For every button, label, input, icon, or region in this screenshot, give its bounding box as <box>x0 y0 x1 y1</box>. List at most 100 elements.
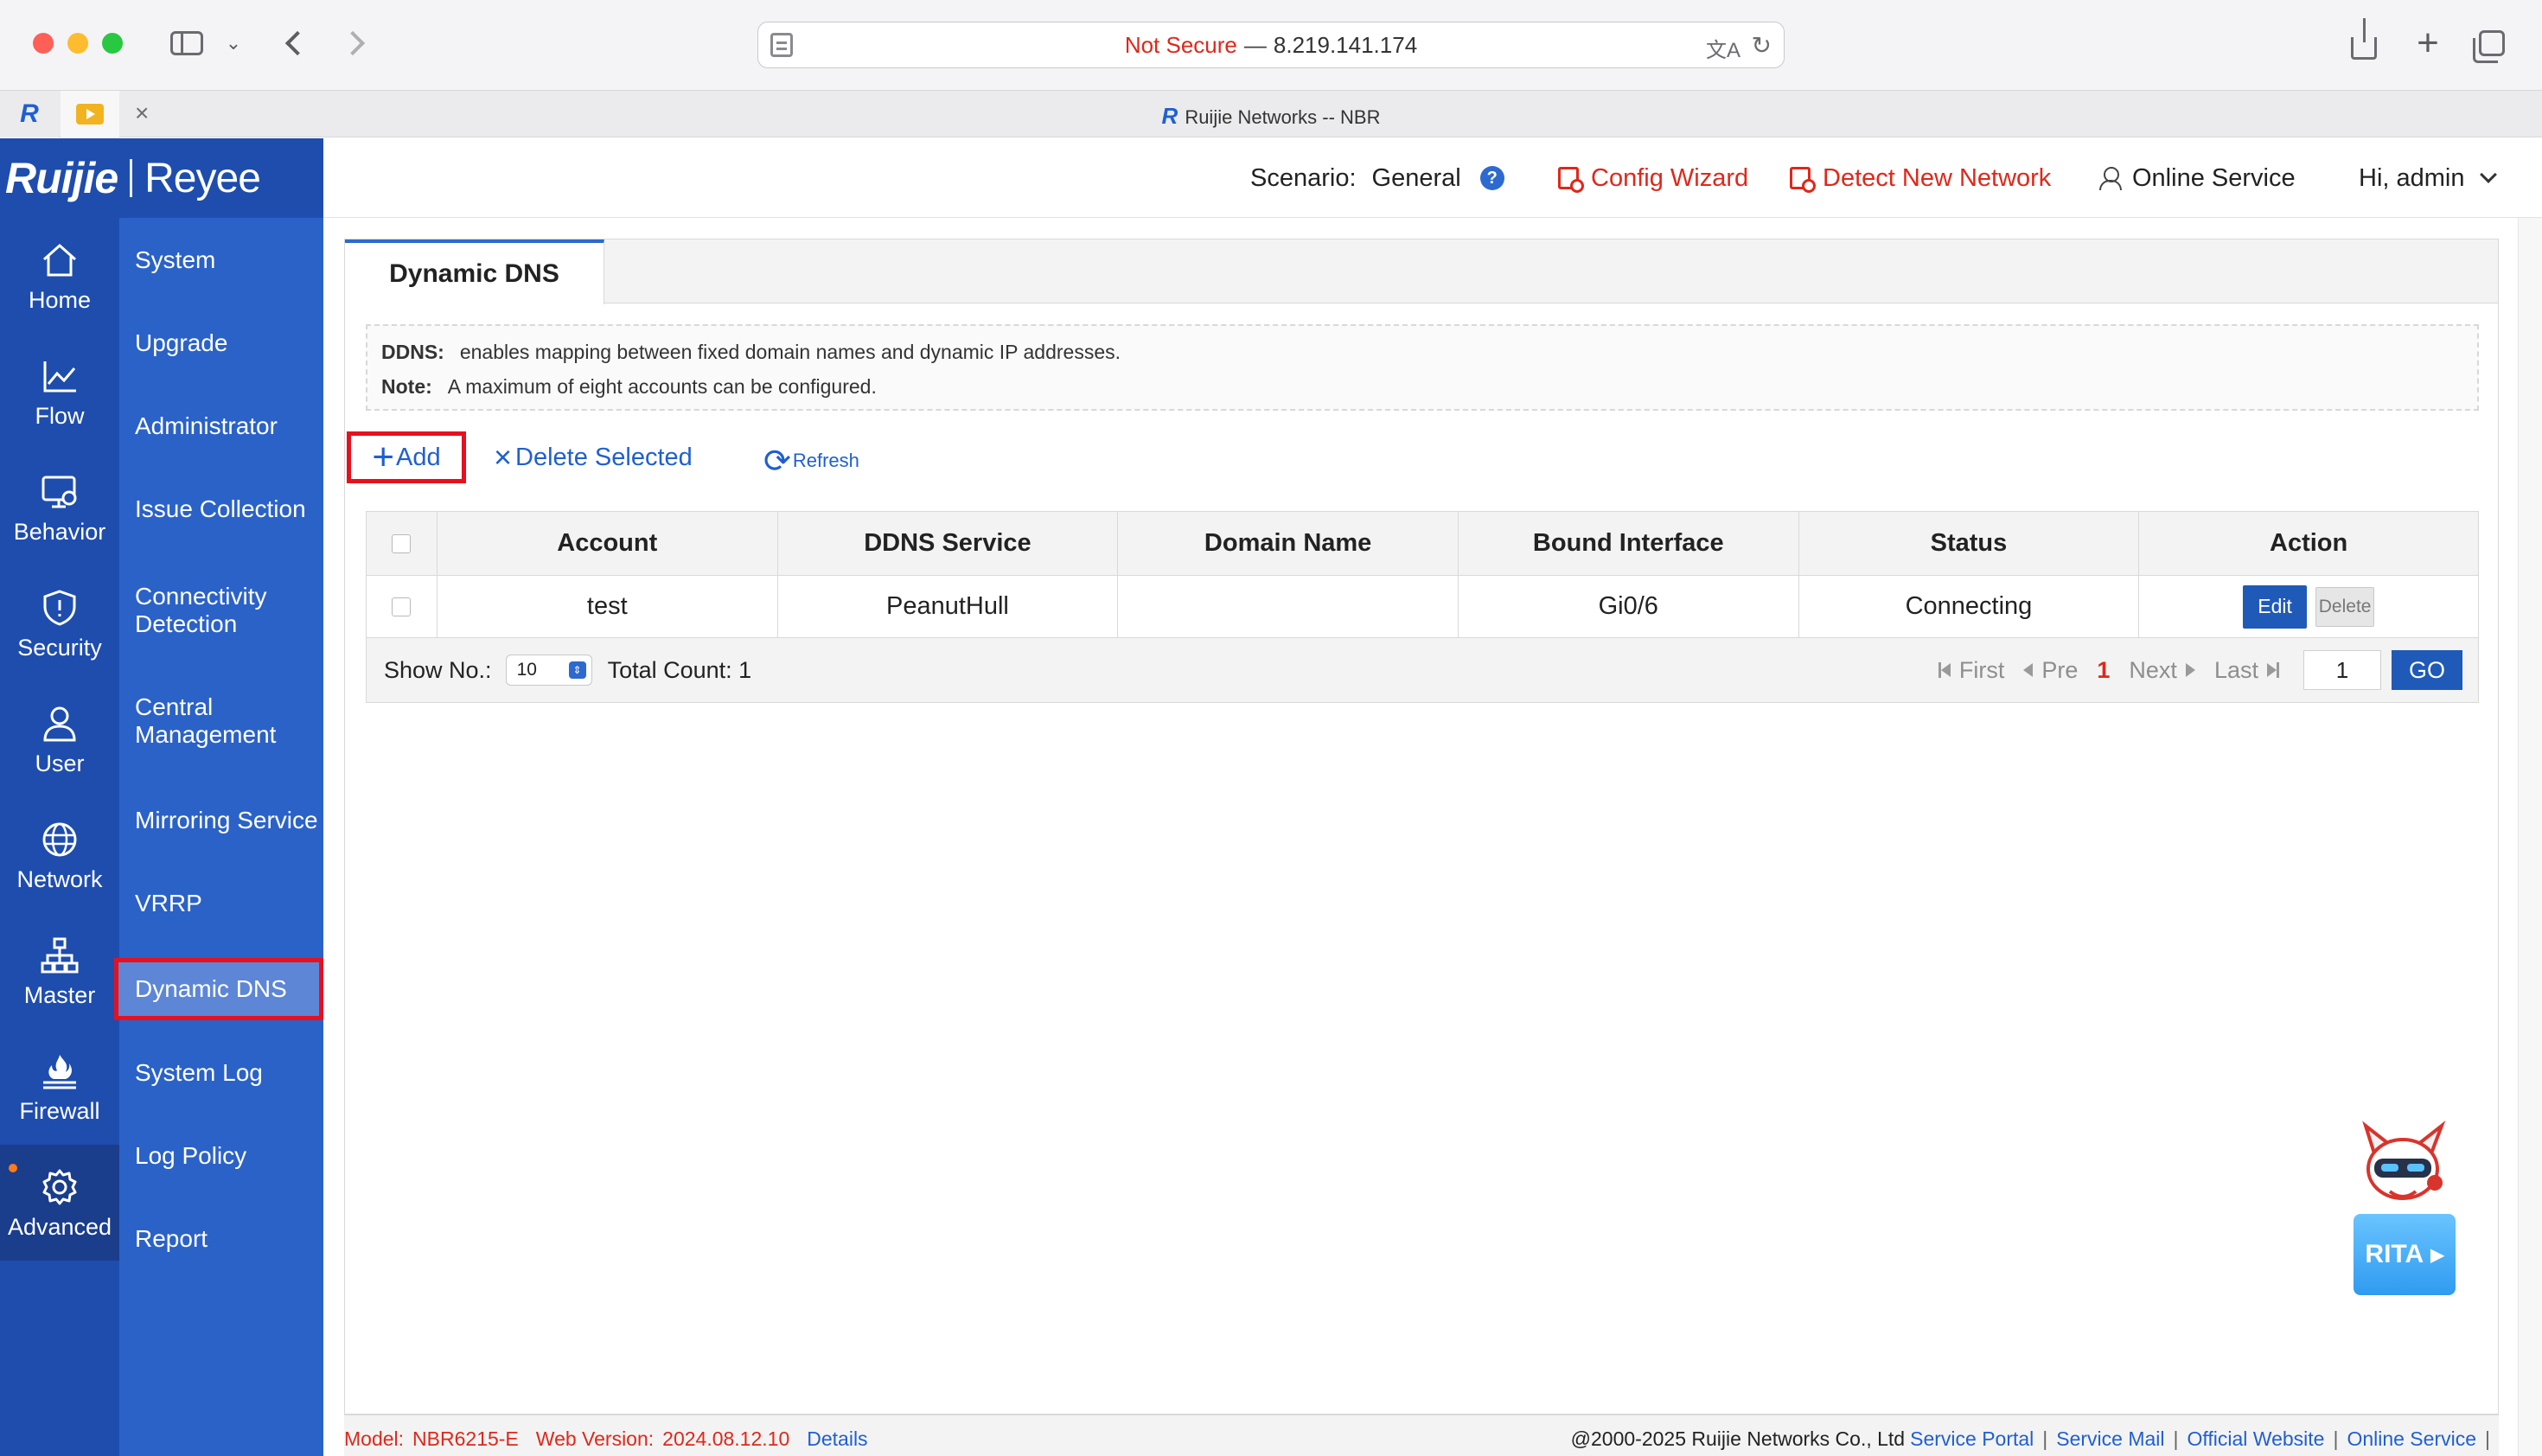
subnav-dynamic-dns[interactable]: Dynamic DNS <box>114 958 323 1020</box>
firewall-icon <box>38 1050 81 1093</box>
sidebar-toggle-icon[interactable] <box>168 22 206 64</box>
logo-reyee: Reyee <box>144 155 261 201</box>
first-arrow-icon <box>1940 663 1951 677</box>
tab-dynamic-dns[interactable]: Dynamic DNS <box>345 239 604 304</box>
ddns-note-text: enables mapping between fixed domain nam… <box>459 340 1121 363</box>
footer-separator: | <box>2042 1427 2048 1450</box>
add-button[interactable]: + Add <box>347 431 466 483</box>
table-header: Account DDNS Service Domain Name Bound I… <box>367 512 2478 576</box>
forward-arrow-icon <box>340 30 366 56</box>
user-icon <box>38 702 81 745</box>
last-bar-icon <box>2277 662 2279 678</box>
brand-logo[interactable]: Ruijie Reyee <box>0 138 323 218</box>
online-service-label: Online Service <box>2132 163 2296 192</box>
next-page-button[interactable]: Next <box>2129 657 2195 684</box>
rita-assistant[interactable]: RITA ▶ <box>2348 1112 2461 1302</box>
online-service-link[interactable]: Online Service <box>2099 138 2296 218</box>
nav-advanced[interactable]: Advanced <box>0 1145 119 1261</box>
user-menu[interactable]: Hi, admin <box>2359 138 2497 218</box>
nav-flow-label: Flow <box>35 402 85 429</box>
cell-domain-name <box>1118 576 1459 637</box>
footer-links: @2000-2025 Ruijie Networks Co., Ltd Serv… <box>1571 1427 2499 1451</box>
last-arrow-icon <box>2267 663 2277 677</box>
chevron-down-icon[interactable]: ⌄ <box>223 22 244 64</box>
subnav-log-policy[interactable]: Log Policy <box>119 1136 323 1176</box>
goto-page-input[interactable]: 1 <box>2303 650 2381 690</box>
copyright: @2000-2025 Ruijie Networks Co., Ltd <box>1570 1427 1906 1450</box>
last-page-button[interactable]: Last <box>2214 657 2279 684</box>
cell-status: Connecting <box>1799 576 2140 637</box>
nav-security[interactable]: Security <box>0 565 119 681</box>
row-checkbox[interactable] <box>392 597 412 616</box>
edit-button[interactable]: Edit <box>2243 584 2308 629</box>
new-tab-icon[interactable]: + <box>2409 22 2447 64</box>
web-version-value: 2024.08.12.10 <box>662 1427 790 1450</box>
nav-network[interactable]: Network <box>0 797 119 913</box>
content-panel: Dynamic DNS DDNS: enables mapping between… <box>344 239 2499 1414</box>
close-window-button[interactable] <box>33 33 54 54</box>
go-button[interactable]: GO <box>2392 650 2462 690</box>
nav-firewall[interactable]: Firewall <box>0 1029 119 1145</box>
config-wizard-label: Config Wizard <box>1591 163 1749 192</box>
delete-selected-button[interactable]: × Delete Selected <box>494 431 693 483</box>
official-website-link[interactable]: Official Website <box>2188 1427 2325 1451</box>
detect-new-network-link[interactable]: Detect New Network <box>1790 138 2051 218</box>
current-page[interactable]: 1 <box>2097 657 2110 684</box>
first-page-button[interactable]: First <box>1938 657 2004 684</box>
subnav-system[interactable]: System <box>119 240 323 280</box>
detect-icon <box>1790 167 1816 193</box>
subnav-upgrade[interactable]: Upgrade <box>119 323 323 363</box>
details-link[interactable]: Details <box>807 1427 867 1451</box>
share-icon[interactable] <box>2345 18 2383 64</box>
model-label: Model: <box>344 1427 405 1450</box>
table-row: test PeanutHull Gi0/6 Connecting Edit De… <box>367 576 2478 638</box>
subnav-vrrp[interactable]: VRRP <box>119 884 323 923</box>
page-scrollbar[interactable] <box>2518 218 2542 1456</box>
tab-overview-icon[interactable] <box>2473 22 2511 64</box>
prev-page-button[interactable]: Pre <box>2023 657 2078 684</box>
table-footer: Show No.: 10 ⇕ Total Count: 1 First Pre … <box>367 638 2478 702</box>
nav-network-label: Network <box>16 865 103 892</box>
select-all-cell <box>367 512 438 575</box>
reload-icon[interactable]: ↻ <box>1752 31 1772 60</box>
show-no-label: Show No.: <box>384 656 492 683</box>
translate-icon[interactable]: 文A <box>1706 33 1740 63</box>
first-label: First <box>1958 656 2005 683</box>
subnav-issue-collection[interactable]: Issue Collection <box>119 489 323 529</box>
subnav-system-log[interactable]: System Log <box>119 1053 323 1093</box>
cell-ddns-service: PeanutHull <box>778 576 1119 637</box>
config-wizard-link[interactable]: Config Wizard <box>1558 138 1748 218</box>
forward-button[interactable] <box>339 22 374 64</box>
help-icon[interactable]: ? <box>1479 166 1504 190</box>
nav-flow[interactable]: Flow <box>0 334 119 450</box>
browser-toolbar: ⌄ Not Secure — 8.219.141.174 文A ↻ + <box>0 0 2542 91</box>
page-size-select[interactable]: 10 ⇕ <box>505 655 592 686</box>
subnav-administrator[interactable]: Administrator <box>119 406 323 446</box>
nav-behavior-label: Behavior <box>13 518 106 545</box>
subnav-report[interactable]: Report <box>119 1219 323 1259</box>
nav-master[interactable]: Master <box>0 913 119 1029</box>
nav-home[interactable]: Home <box>0 218 119 334</box>
zoom-window-button[interactable] <box>102 33 123 54</box>
online-service-footer-link[interactable]: Online Service <box>2347 1427 2476 1451</box>
rita-launcher[interactable]: RITA ▶ <box>2354 1214 2456 1295</box>
cell-account: test <box>438 576 778 637</box>
select-all-checkbox[interactable] <box>392 533 412 553</box>
subnav-connectivity-detection[interactable]: Connectivity Detection <box>119 579 323 642</box>
back-button[interactable] <box>277 22 311 64</box>
delete-button[interactable]: Delete <box>2315 586 2375 627</box>
active-tab[interactable]: R Ruijie Networks -- NBR <box>0 103 2542 130</box>
nav-user[interactable]: User <box>0 681 119 797</box>
service-mail-link[interactable]: Service Mail <box>2056 1427 2164 1451</box>
refresh-button[interactable]: ⟳ Refresh <box>763 435 859 487</box>
address-bar[interactable]: Not Secure — 8.219.141.174 文A ↻ <box>757 22 1785 68</box>
logo-divider <box>130 159 133 197</box>
service-portal-link[interactable]: Service Portal <box>1910 1427 2034 1451</box>
nav-behavior[interactable]: Behavior <box>0 450 119 565</box>
subnav-central-management[interactable]: Central Management <box>119 690 323 752</box>
minimize-window-button[interactable] <box>67 33 88 54</box>
footer-separator: | <box>2173 1427 2179 1450</box>
col-action: Action <box>2270 529 2348 557</box>
subnav-mirroring-service[interactable]: Mirroring Service <box>119 801 323 840</box>
ddns-table: Account DDNS Service Domain Name Bound I… <box>366 511 2479 703</box>
